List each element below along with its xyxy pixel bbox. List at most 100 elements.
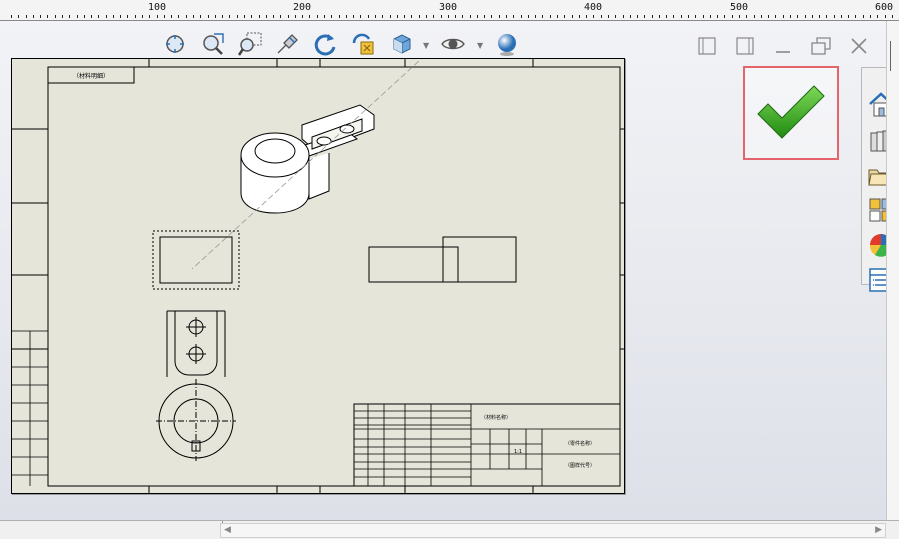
rotate-icon[interactable] — [310, 29, 340, 59]
ruler-tick — [69, 15, 71, 18]
appearance-icon[interactable] — [492, 29, 522, 59]
ruler-tick — [382, 15, 384, 18]
minimize-icon[interactable] — [770, 33, 796, 59]
ruler-tick — [251, 15, 253, 18]
close-icon[interactable] — [846, 33, 872, 59]
ruler-tick — [469, 15, 471, 18]
ruler-tick — [688, 15, 690, 18]
ruler-tick — [644, 15, 646, 18]
ruler-label-100: 100 — [147, 2, 167, 13]
select-icon[interactable] — [273, 29, 303, 59]
part-name-label: （零件名称） — [565, 440, 595, 447]
zoom-in-out-icon[interactable] — [235, 29, 265, 59]
title-label: （材料明细） — [73, 72, 109, 80]
ruler-tick — [236, 15, 238, 18]
tile-right-icon[interactable] — [732, 33, 758, 59]
ruler-tick — [615, 15, 617, 18]
ruler-tick — [229, 15, 231, 18]
zoom-to-fit-icon[interactable] — [160, 29, 190, 59]
status-bar-section — [0, 521, 223, 538]
ruler-tick — [833, 15, 835, 18]
ruler-tick — [83, 15, 85, 18]
display-style-icon[interactable] — [387, 29, 417, 59]
ruler-tick — [760, 15, 762, 18]
detail-view-boundary — [152, 230, 240, 290]
ruler-tick — [375, 15, 376, 18]
ruler-tick — [112, 15, 114, 18]
drawing-sheet[interactable]: （材料明细） （材料名称） （零件名称） （图样代号） 1:1 — [11, 58, 625, 494]
zoom-to-area-icon[interactable] — [198, 29, 228, 59]
ruler-tick — [171, 15, 173, 18]
ruler-tick — [418, 15, 420, 18]
ruler-tick — [782, 15, 784, 18]
ruler-tick — [25, 15, 27, 18]
ruler-tick — [789, 15, 791, 18]
ruler-tick — [258, 15, 260, 18]
ruler-tick — [586, 15, 588, 18]
ruler-tick — [695, 15, 697, 18]
hide-show-icon[interactable] — [438, 29, 468, 59]
ruler-tick — [848, 15, 850, 18]
isometric-view — [240, 104, 375, 214]
ruler-tick — [265, 15, 267, 18]
ruler-tick — [476, 15, 478, 18]
ruler-tick — [717, 15, 719, 18]
ruler-tick — [425, 15, 427, 18]
ruler-tick — [862, 15, 864, 18]
ruler-tick — [891, 15, 893, 18]
ruler-tick — [775, 15, 777, 18]
confirmation-corner[interactable] — [743, 66, 839, 160]
ruler-tick — [753, 15, 755, 18]
checkmark-icon[interactable] — [754, 82, 828, 144]
ruler-tick — [571, 15, 573, 18]
ruler-tick — [447, 15, 449, 18]
horizontal-scrollbar[interactable]: ◀ ▶ — [220, 523, 886, 538]
ruler-tick — [877, 15, 879, 18]
ruler-tick — [411, 15, 413, 18]
ruler-tick — [455, 15, 457, 18]
hide-show-dropdown-icon[interactable]: ▼ — [477, 41, 483, 50]
ruler-tick — [797, 15, 799, 18]
ruler-tick — [462, 15, 464, 18]
ruler-tick — [884, 15, 886, 18]
restore-icon[interactable] — [808, 33, 834, 59]
ruler-tick — [134, 15, 136, 18]
ruler-tick — [768, 15, 770, 18]
ruler-tick — [840, 15, 842, 18]
ruler-tick — [222, 15, 224, 18]
ruler-tick — [666, 15, 668, 18]
material-label: （材料名称） — [481, 414, 511, 421]
top-view — [156, 310, 236, 461]
ruler-tick — [324, 15, 326, 18]
ruler-tick — [433, 15, 435, 18]
scroll-left-icon[interactable]: ◀ — [224, 525, 231, 535]
ruler-tick — [185, 15, 187, 18]
ruler-tick — [302, 15, 304, 18]
ruler-tick — [527, 15, 529, 18]
ruler-tick — [273, 15, 275, 18]
ruler-tick — [622, 15, 624, 18]
graphics-area[interactable]: ▼ ▼ （材料明细） （材料名称） （零件名称） （图样代号） 1:1 — [0, 21, 886, 520]
detail-view — [159, 236, 233, 284]
ruler-tick — [316, 15, 318, 18]
revision-column — [12, 330, 48, 486]
ruler-tick — [367, 15, 369, 18]
ruler-tick — [549, 15, 551, 18]
ruler-tick — [40, 15, 42, 18]
ruler-tick — [61, 15, 63, 18]
ruler-tick — [54, 15, 56, 18]
drawing-no-label: （图样代号） — [565, 462, 595, 469]
ruler-tick — [557, 15, 558, 18]
ruler-tick — [193, 15, 194, 18]
ruler-tick — [120, 15, 122, 18]
scale-label: 1:1 — [514, 449, 522, 455]
tile-left-icon[interactable] — [694, 33, 720, 59]
horizontal-ruler: 100 200 300 400 500 600 — [0, 0, 899, 21]
ruler-tick — [353, 15, 355, 18]
vertical-scrollbar[interactable] — [886, 21, 899, 520]
scroll-right-icon[interactable]: ▶ — [875, 525, 882, 535]
zoom-previous-icon[interactable] — [348, 29, 378, 59]
ruler-tick — [142, 15, 144, 18]
display-style-dropdown-icon[interactable]: ▼ — [423, 41, 429, 50]
drawing-canvas: （材料明细） （材料名称） （零件名称） （图样代号） 1:1 — [12, 59, 624, 493]
